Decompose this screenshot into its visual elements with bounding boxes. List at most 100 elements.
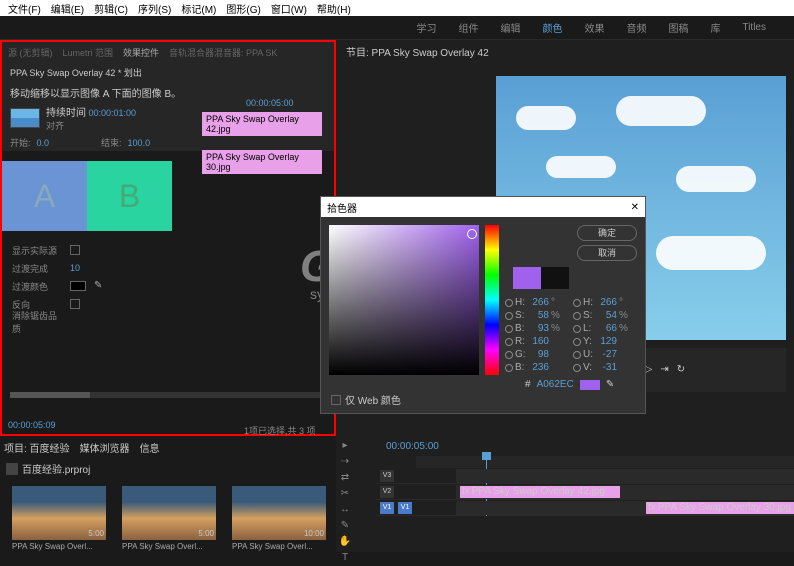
track-v2-content[interactable]: fx PPA Sky Swap Overlay 42.jpg — [456, 485, 794, 499]
v1-toggle[interactable]: V1 — [398, 502, 412, 514]
ws-graphics[interactable]: 图稿 — [660, 18, 696, 37]
ov-radio[interactable] — [573, 364, 581, 372]
v2-toggle[interactable]: V2 — [380, 486, 394, 498]
tab-audio-mixer[interactable]: 音轨混合器混音器: PPA SK — [169, 46, 277, 59]
old-color-swatch — [541, 267, 569, 289]
completion-value[interactable]: 10 — [70, 263, 80, 273]
menubar[interactable]: 文件(F) 编辑(E) 剪辑(C) 序列(S) 标记(M) 图形(G) 窗口(W… — [0, 0, 794, 16]
h-radio[interactable] — [505, 299, 513, 307]
slip-tool-icon[interactable]: ↔ — [338, 504, 352, 518]
r-value[interactable]: 160 — [527, 336, 549, 347]
eyedropper-icon[interactable]: ✎ — [94, 280, 106, 292]
bin-item-1[interactable]: 5:00 PPA Sky Swap Overl... — [122, 486, 216, 551]
menu-marker[interactable]: 标记(M) — [177, 0, 220, 16]
mini-clip-1[interactable]: PPA Sky Swap Overlay 42.jpg — [202, 112, 322, 136]
cancel-button[interactable]: 取消 — [577, 245, 637, 261]
menu-sequence[interactable]: 序列(S) — [134, 0, 175, 16]
os-radio[interactable] — [573, 312, 581, 320]
ol-value[interactable]: 66 — [595, 323, 617, 334]
pen-tool-icon[interactable]: ✎ — [338, 520, 352, 534]
oh-value[interactable]: 266 — [595, 297, 617, 308]
project-status: 1项已选择,共 3 项 — [244, 424, 316, 437]
tab-lumetri[interactable]: Lumetri 范围 — [63, 46, 114, 59]
v3-toggle[interactable]: V3 — [380, 470, 394, 482]
ab-scrollbar[interactable] — [10, 392, 330, 398]
preview-tab[interactable]: 节目: PPA Sky Swap Overlay 42 — [346, 44, 489, 59]
menu-help[interactable]: 帮助(H) — [313, 0, 355, 16]
s-value[interactable]: 58 — [527, 310, 549, 321]
ok-button[interactable]: 确定 — [577, 225, 637, 241]
hex-value[interactable]: A062EC — [537, 379, 574, 390]
ws-color[interactable]: 颜色 — [534, 18, 570, 37]
ol-radio[interactable] — [573, 325, 581, 333]
bin-item-0[interactable]: 5:00 PPA Sky Swap Overl... — [12, 486, 106, 551]
b-radio[interactable] — [505, 325, 513, 333]
s-radio[interactable] — [505, 312, 513, 320]
workspace-tabs: 学习 组件 编辑 颜色 效果 音频 图稿 库 Titles — [0, 16, 794, 40]
timeline-clip-v1[interactable]: fx PPA Sky Swap Overlay 30.jpg — [646, 502, 794, 514]
oy-radio[interactable] — [573, 338, 581, 346]
tab-media[interactable]: 媒体浏览器 — [80, 440, 130, 455]
ws-learn[interactable]: 学习 — [408, 18, 444, 37]
picker-titlebar[interactable]: 拾色器 ✕ — [321, 197, 645, 217]
bin-dur: 5:00 — [88, 529, 104, 538]
type-tool-icon[interactable]: T — [338, 552, 352, 566]
tab-info[interactable]: 信息 — [140, 440, 160, 455]
start-value[interactable]: 0.0 — [37, 138, 50, 148]
reverse-checkbox[interactable] — [70, 299, 80, 309]
timeline-ruler[interactable] — [416, 456, 794, 468]
hue-slider[interactable] — [485, 225, 499, 375]
color-gradient[interactable] — [329, 225, 479, 375]
track-v1-content[interactable]: fx PPA Sky Swap Overlay 30.jpg — [456, 501, 794, 515]
picker-eyedropper-icon[interactable]: ✎ — [606, 379, 614, 390]
timeline-timecode[interactable]: 00:00:05:00 — [386, 441, 439, 452]
color-picker-dialog: 拾色器 ✕ 确定 取消 H:266° H:266° S:58% S:54% B:… — [320, 196, 646, 414]
gradient-cursor[interactable] — [467, 229, 477, 239]
goto-out-icon[interactable]: ⇥ — [660, 364, 668, 375]
oy-value[interactable]: 129 — [595, 336, 617, 347]
track-select-icon[interactable]: ⇢ — [338, 456, 352, 470]
end-value[interactable]: 100.0 — [128, 138, 151, 148]
oh-radio[interactable] — [573, 299, 581, 307]
selection-tool-icon[interactable]: ▸ — [338, 440, 352, 454]
ov-value[interactable]: -31 — [595, 362, 617, 373]
bb-radio[interactable] — [505, 364, 513, 372]
menu-graphics[interactable]: 图形(G) — [222, 0, 264, 16]
show-actual-checkbox[interactable] — [70, 245, 80, 255]
menu-clip[interactable]: 剪辑(C) — [90, 0, 132, 16]
ou-radio[interactable] — [573, 351, 581, 359]
g-value[interactable]: 98 — [527, 349, 549, 360]
ws-audio[interactable]: 音频 — [618, 18, 654, 37]
edge-color-chip[interactable] — [70, 281, 86, 291]
ws-library[interactable]: 库 — [702, 18, 728, 37]
menu-file[interactable]: 文件(F) — [4, 0, 45, 16]
ripple-tool-icon[interactable]: ⇄ — [338, 472, 352, 486]
menu-window[interactable]: 窗口(W) — [267, 0, 311, 16]
tab-effect-controls[interactable]: 效果控件 — [123, 46, 159, 59]
track-v3-content[interactable] — [456, 469, 794, 483]
h-value[interactable]: 266 — [527, 297, 549, 308]
ws-editing[interactable]: 编辑 — [492, 18, 528, 37]
b-value[interactable]: 93 — [527, 323, 549, 334]
menu-edit[interactable]: 编辑(E) — [47, 0, 88, 16]
os-value[interactable]: 54 — [595, 310, 617, 321]
ws-titles[interactable]: Titles — [734, 20, 774, 35]
web-only-checkbox[interactable] — [331, 395, 341, 405]
timeline-clip-v2[interactable]: fx PPA Sky Swap Overlay 42.jpg — [460, 486, 620, 498]
bin-item-2[interactable]: 10:00 PPA Sky Swap Overl... — [232, 486, 326, 551]
bb-value[interactable]: 236 — [527, 362, 549, 373]
hand-tool-icon[interactable]: ✋ — [338, 536, 352, 550]
mini-clip-2[interactable]: PPA Sky Swap Overlay 30.jpg — [202, 150, 322, 174]
duration-value[interactable]: 00:00:01:00 — [89, 108, 137, 118]
ws-assembly[interactable]: 组件 — [450, 18, 486, 37]
v1-src[interactable]: V1 — [380, 502, 394, 514]
tab-project[interactable]: 项目: 百度经验 — [4, 440, 70, 455]
close-icon[interactable]: ✕ — [631, 202, 639, 213]
tab-source[interactable]: 源 (无剪辑) — [8, 46, 53, 59]
razor-tool-icon[interactable]: ✂ — [338, 488, 352, 502]
loop-icon[interactable]: ↻ — [677, 364, 685, 375]
r-radio[interactable] — [505, 338, 513, 346]
ou-value[interactable]: -27 — [595, 349, 617, 360]
ws-effects[interactable]: 效果 — [576, 18, 612, 37]
g-radio[interactable] — [505, 351, 513, 359]
